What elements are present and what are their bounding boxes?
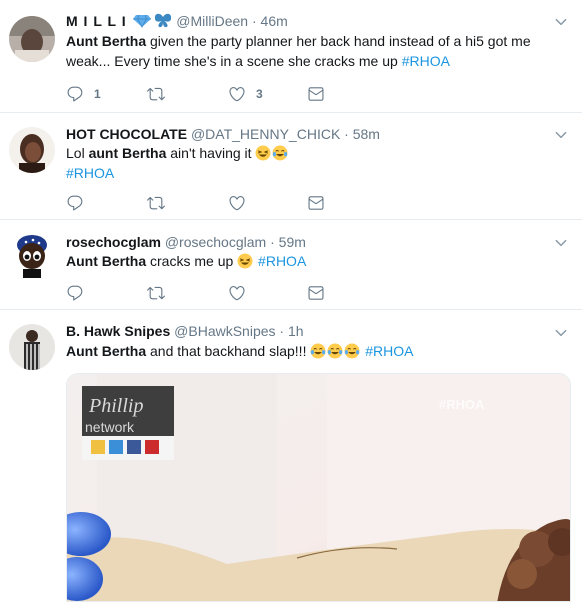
display-name[interactable]: HOT CHOCOLATE — [66, 126, 187, 142]
timestamp[interactable]: 59m — [279, 234, 306, 250]
user-handle[interactable]: @DAT_HENNY_CHICK — [191, 126, 340, 142]
like-button[interactable] — [228, 193, 246, 213]
tears-of-joy-emoji — [272, 145, 288, 161]
heart-icon — [228, 194, 246, 212]
reply-button[interactable] — [66, 283, 84, 303]
envelope-icon — [307, 85, 325, 103]
chevron-down-icon[interactable] — [554, 15, 568, 29]
like-button[interactable]: 3 — [228, 84, 263, 104]
tweet-actions: 1 3 — [66, 84, 366, 104]
tweet-actions — [66, 193, 366, 213]
tweet-text: Lol aunt Bertha ain't having it #RHOA — [66, 143, 566, 183]
chevron-down-icon[interactable] — [554, 236, 568, 250]
video-frame: Phillip network #RHOA — [67, 374, 570, 601]
tears-of-joy-emoji — [344, 343, 360, 359]
user-handle[interactable]: @BHawkSnipes — [174, 323, 275, 339]
reply-icon — [66, 284, 84, 302]
avatar[interactable] — [9, 324, 55, 370]
heart-icon — [228, 85, 246, 103]
tweet-text: Aunt Bertha cracks me up #RHOA — [66, 253, 307, 269]
avatar[interactable] — [9, 127, 55, 173]
timestamp[interactable]: 58m — [353, 126, 380, 142]
tweet-1[interactable]: M I L L I @MilliDeen · 46m Aunt Bertha g… — [0, 0, 582, 113]
hashtag-link[interactable]: #RHOA — [402, 53, 450, 69]
tears-of-joy-emoji — [327, 343, 343, 359]
diamond-emoji — [132, 14, 151, 28]
timestamp[interactable]: 1h — [288, 323, 304, 339]
dm-button[interactable] — [307, 84, 325, 104]
tweet-media-video[interactable]: Phillip network #RHOA — [66, 373, 571, 602]
butterfly-emoji — [155, 13, 172, 28]
tweet-2[interactable]: HOT CHOCOLATE @DAT_HENNY_CHICK · 58m Lol… — [0, 113, 582, 220]
hashtag-link[interactable]: #RHOA — [365, 343, 413, 359]
retweet-button[interactable] — [147, 283, 165, 303]
display-name[interactable]: B. Hawk Snipes — [66, 323, 170, 339]
reply-icon — [66, 85, 84, 103]
reply-button[interactable] — [66, 193, 84, 213]
envelope-icon — [307, 284, 325, 302]
dm-button[interactable] — [307, 283, 325, 303]
user-handle[interactable]: @MilliDeen — [176, 13, 248, 29]
like-button[interactable] — [228, 283, 246, 303]
reply-count: 1 — [94, 87, 101, 101]
chevron-down-icon[interactable] — [554, 128, 568, 142]
reply-button[interactable]: 1 — [66, 84, 101, 104]
watermark-bottom: network — [85, 419, 135, 435]
hashtag-link[interactable]: #RHOA — [66, 165, 114, 181]
tweet-text: Aunt Bertha given the party planner her … — [66, 33, 531, 69]
watermark-top: Phillip — [88, 395, 143, 417]
laughing-emoji — [255, 145, 271, 161]
tweet-actions — [66, 283, 366, 303]
retweet-icon — [147, 85, 165, 103]
tears-of-joy-emoji — [310, 343, 326, 359]
envelope-icon — [307, 194, 325, 212]
chevron-down-icon[interactable] — [554, 326, 568, 340]
tweet-3[interactable]: rosechocglam @rosechocglam · 59m Aunt Be… — [0, 220, 582, 310]
video-overlay-hashtag: #RHOA — [439, 397, 485, 412]
retweet-icon — [147, 194, 165, 212]
display-name[interactable]: M I L L I — [66, 13, 127, 29]
retweet-icon — [147, 284, 165, 302]
timestamp[interactable]: 46m — [261, 13, 288, 29]
hashtag-link[interactable]: #RHOA — [258, 253, 306, 269]
display-name[interactable]: rosechocglam — [66, 234, 161, 250]
user-handle[interactable]: @rosechocglam — [165, 234, 266, 250]
tweet-text: Aunt Bertha and that backhand slap!!! #R… — [66, 343, 414, 359]
laughing-emoji — [237, 253, 253, 269]
avatar[interactable] — [9, 232, 55, 278]
dm-button[interactable] — [307, 193, 325, 213]
retweet-button[interactable] — [147, 84, 165, 104]
avatar[interactable] — [9, 16, 55, 62]
heart-icon — [228, 284, 246, 302]
reply-icon — [66, 194, 84, 212]
like-count: 3 — [256, 87, 263, 101]
retweet-button[interactable] — [147, 193, 165, 213]
